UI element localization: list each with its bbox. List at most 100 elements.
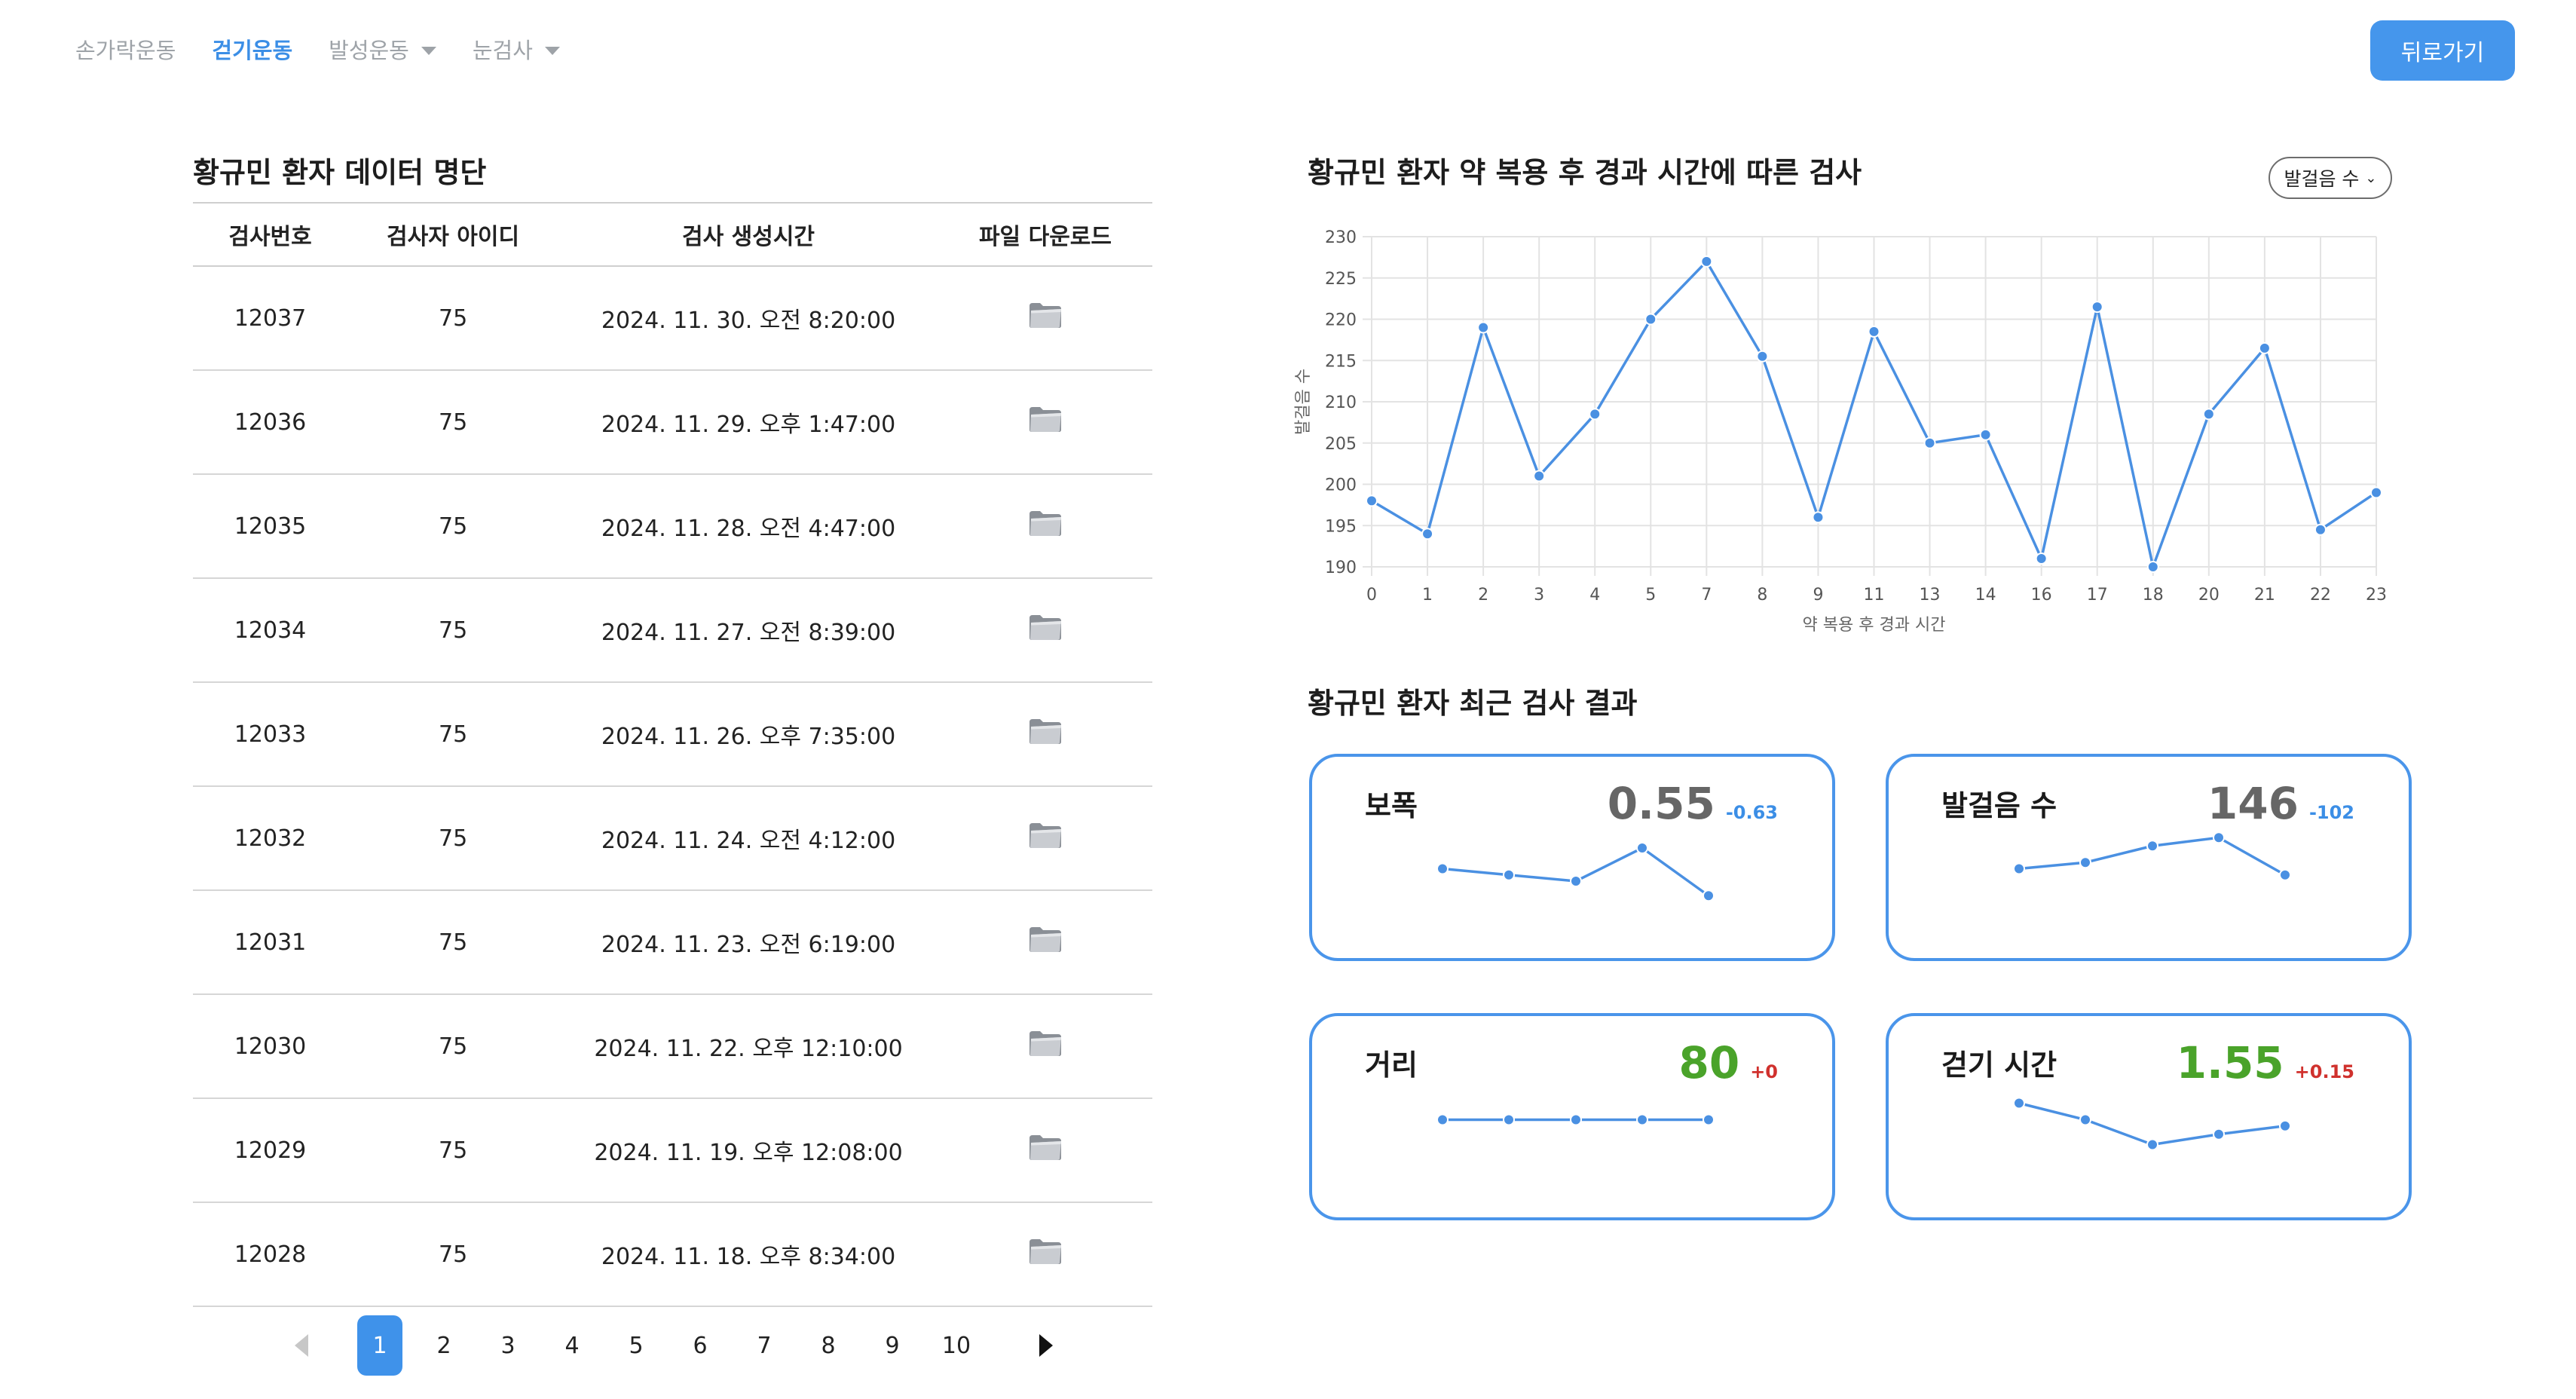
x-tick-label: 18: [2143, 586, 2164, 605]
col-header-download: 파일 다운로드: [938, 202, 1152, 267]
sparkline-point: [2279, 1119, 2291, 1132]
data-point: [2146, 561, 2159, 573]
nav-vocal-exercise[interactable]: 발성운동: [329, 33, 436, 65]
cell-user-id: 75: [347, 1202, 559, 1307]
table-row: 12028 75 2024. 11. 18. 오후 8:34:00: [193, 1202, 1152, 1307]
page-button[interactable]: 10: [934, 1315, 979, 1376]
table-row: 12032 75 2024. 11. 24. 오전 4:12:00: [193, 786, 1152, 891]
data-point: [1812, 511, 1825, 524]
cell-user-id: 75: [347, 682, 559, 787]
sparkline-point: [1636, 842, 1648, 854]
cell-created-time: 2024. 11. 18. 오후 8:34:00: [558, 1202, 938, 1307]
chart-title: 황규민 환자 약 복용 후 경과 시간에 따른 검사: [1308, 156, 1862, 189]
table-row: 12036 75 2024. 11. 29. 오후 1:47:00: [193, 370, 1152, 475]
folder-icon[interactable]: [1028, 1132, 1063, 1168]
nav-eye-test[interactable]: 눈검사: [473, 33, 560, 65]
sparkline-point: [2013, 862, 2025, 875]
cell-created-time: 2024. 11. 19. 오후 12:08:00: [558, 1098, 938, 1203]
page-button[interactable]: 1: [357, 1315, 402, 1376]
page-button[interactable]: 2: [421, 1315, 467, 1376]
data-point: [1366, 494, 1378, 507]
data-point: [1979, 428, 1992, 441]
sparkline-point: [2146, 1138, 2158, 1151]
sparkline-line: [1442, 846, 1710, 897]
x-tick-label: 20: [2198, 586, 2220, 605]
sparkline-point: [2213, 831, 2225, 844]
cell-user-id: 75: [347, 1098, 559, 1203]
folder-icon[interactable]: [1028, 508, 1063, 544]
x-tick-label: 9: [1813, 586, 1823, 605]
data-point: [2035, 553, 2048, 565]
page-button[interactable]: 9: [870, 1315, 915, 1376]
nav-label: 발성운동: [329, 38, 409, 63]
cell-test-id: 12034: [193, 578, 348, 683]
cell-download: [938, 786, 1152, 891]
page-button[interactable]: 4: [549, 1315, 595, 1376]
table-title: 황규민 환자 데이터 명단: [193, 156, 487, 189]
page-button[interactable]: 3: [485, 1315, 531, 1376]
data-point: [1868, 325, 1880, 338]
x-axis-label: 약 복용 후 경과 시간: [1803, 616, 1946, 635]
nav-label: 걷기운동: [212, 38, 293, 63]
folder-icon[interactable]: [1028, 1028, 1063, 1064]
folder-icon[interactable]: [1028, 716, 1063, 752]
cell-test-id: 12031: [193, 890, 348, 995]
page-button[interactable]: 5: [613, 1315, 659, 1376]
cell-download: [938, 682, 1152, 787]
sparkline-point: [2146, 840, 2158, 853]
y-tick-label: 230: [1325, 228, 1357, 247]
y-tick-label: 215: [1325, 352, 1357, 371]
x-tick-label: 22: [2310, 586, 2331, 605]
data-point: [2258, 341, 2271, 354]
folder-icon[interactable]: [1028, 820, 1063, 856]
nav-walking-exercise[interactable]: 걷기운동: [212, 33, 292, 65]
cell-download: [938, 370, 1152, 475]
col-header-user: 검사자 아이디: [347, 202, 559, 267]
page-button[interactable]: 8: [806, 1315, 851, 1376]
y-tick-label: 210: [1325, 393, 1357, 412]
table-header-row: 검사번호 검사자 아이디 검사 생성시간 파일 다운로드: [193, 202, 1152, 267]
next-page-button[interactable]: [1031, 1334, 1061, 1357]
metric-select-label: 발걸음 수: [2284, 168, 2360, 190]
back-button[interactable]: 뒤로가기: [2370, 20, 2515, 81]
sparkline-point: [1636, 1113, 1648, 1126]
metric-select[interactable]: 발걸음 수 ⌄: [2269, 157, 2392, 199]
folder-icon[interactable]: [1028, 404, 1063, 440]
sparkline-point: [1503, 1113, 1515, 1126]
prev-page-button[interactable]: [286, 1334, 317, 1357]
cell-created-time: 2024. 11. 30. 오전 8:20:00: [558, 266, 938, 371]
cell-user-id: 75: [347, 890, 559, 995]
x-tick-label: 13: [1920, 586, 1941, 605]
result-card[interactable]: 발걸음 수 146 -102: [1886, 754, 2412, 961]
page-button[interactable]: 6: [678, 1315, 723, 1376]
cell-created-time: 2024. 11. 24. 오전 4:12:00: [558, 786, 938, 891]
x-tick-label: 0: [1366, 586, 1377, 605]
result-card[interactable]: 보폭 0.55 -0.63: [1309, 754, 1835, 961]
cell-download: [938, 890, 1152, 995]
folder-icon[interactable]: [1028, 612, 1063, 648]
x-tick-label: 7: [1701, 586, 1712, 605]
nav-finger-exercise[interactable]: 손가락운동: [75, 33, 176, 65]
line-chart: 1901952002052102152202252300 1 2 3 4 5 7 8 9 11 13…: [1294, 228, 2387, 635]
page-button[interactable]: 7: [742, 1315, 787, 1376]
sparkline-point: [1570, 1113, 1582, 1126]
result-card[interactable]: 걷기 시간 1.55 +0.15: [1886, 1013, 2412, 1220]
caret-down-icon: [544, 46, 560, 55]
y-tick-label: 205: [1325, 435, 1357, 454]
cell-user-id: 75: [347, 474, 559, 579]
table-row: 12037 75 2024. 11. 30. 오전 8:20:00: [193, 266, 1152, 371]
sparkline-point: [1436, 862, 1449, 875]
folder-icon[interactable]: [1028, 924, 1063, 960]
result-card[interactable]: 거리 80 +0: [1309, 1013, 1835, 1220]
x-tick-label: 4: [1589, 586, 1600, 605]
sparkline-line: [2018, 1101, 2286, 1146]
nav-label: 눈검사: [472, 38, 533, 63]
cell-download: [938, 578, 1152, 683]
folder-icon[interactable]: [1028, 1236, 1063, 1272]
cell-test-id: 12033: [193, 682, 348, 787]
cell-created-time: 2024. 11. 28. 오전 4:47:00: [558, 474, 938, 579]
data-point: [1756, 350, 1769, 363]
folder-icon[interactable]: [1028, 300, 1063, 336]
sparkline-point: [1503, 868, 1515, 881]
cell-created-time: 2024. 11. 29. 오후 1:47:00: [558, 370, 938, 475]
